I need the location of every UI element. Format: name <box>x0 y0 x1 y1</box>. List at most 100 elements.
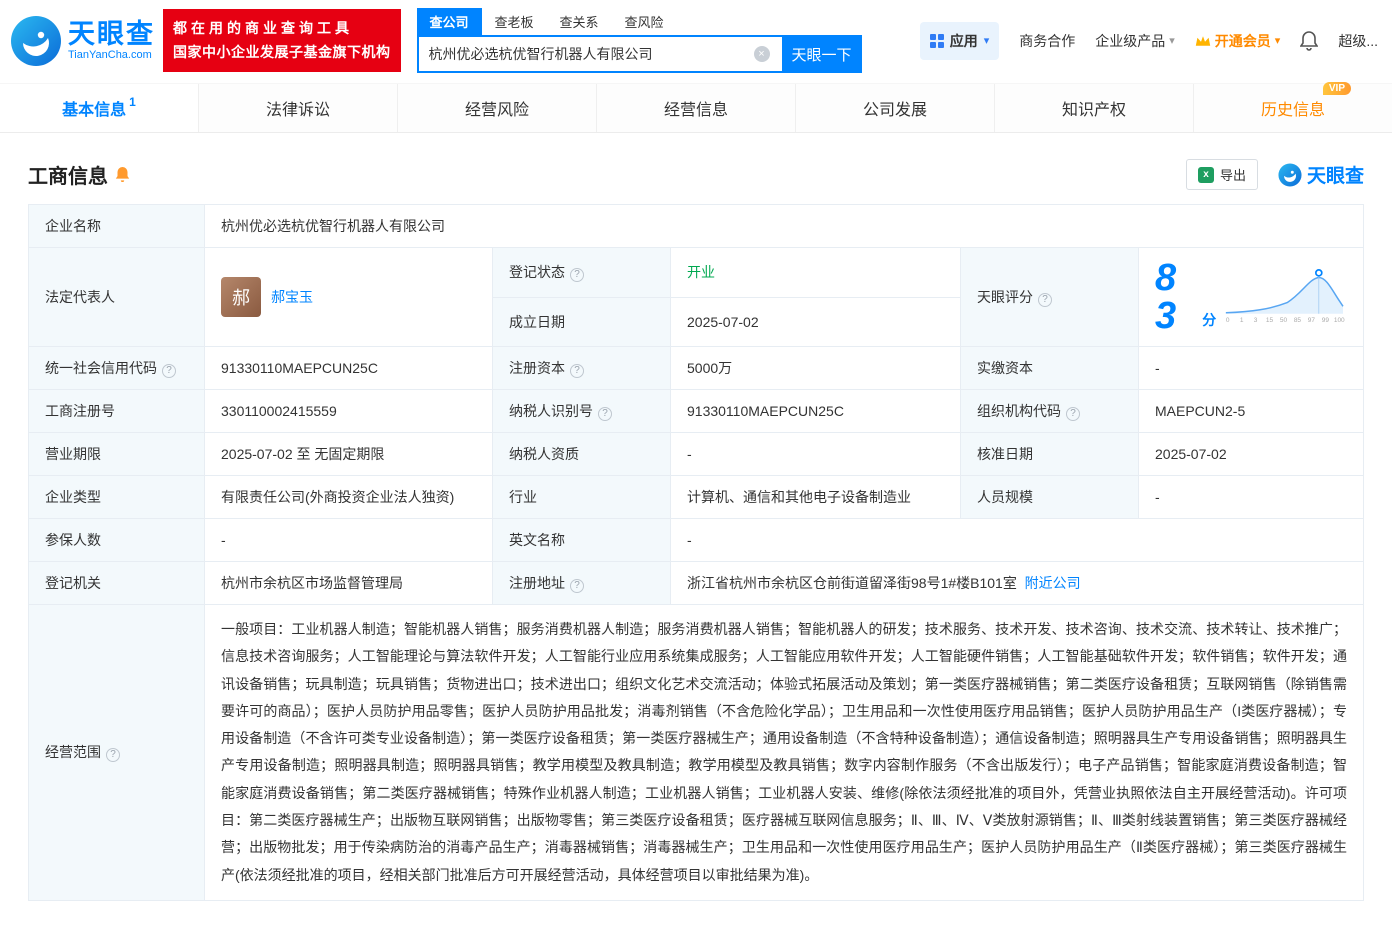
field-value-business-term: 2025-07-02 至 无固定期限 <box>204 432 493 476</box>
notification-bell-icon[interactable] <box>1300 30 1319 51</box>
business-cooperation-link[interactable]: 商务合作 <box>1019 31 1075 51</box>
search-bar: × 天眼一下 <box>416 35 862 73</box>
field-label-approval-date: 核准日期 <box>960 432 1139 476</box>
field-value-company-type: 有限责任公司(外商投资企业法人独资) <box>204 475 493 519</box>
field-label-business-term: 营业期限 <box>28 432 205 476</box>
tab-count-badge: 1 <box>129 95 136 109</box>
nearby-companies-link[interactable]: 附近公司 <box>1025 575 1081 591</box>
field-label-paid-capital: 实缴资本 <box>960 346 1139 390</box>
slogan-line2: 国家中小企业发展子基金旗下机构 <box>173 43 391 60</box>
tianyancha-logo-icon <box>11 15 61 66</box>
field-value-reg-status: 开业 <box>670 247 961 298</box>
vip-badge: VIP <box>1322 82 1351 95</box>
slogan-line1: 都在用的商业查询工具 <box>173 19 353 36</box>
field-label-company-name: 企业名称 <box>28 204 205 248</box>
svg-text:97: 97 <box>1308 317 1316 324</box>
table-row: 营业期限 2025-07-02 至 无固定期限 纳税人资质 - 核准日期 202… <box>28 432 1364 476</box>
field-value-reg-authority: 杭州市余杭区市场监督管理局 <box>204 561 493 605</box>
tianyancha-logo-icon <box>1278 162 1302 187</box>
search-tab-boss[interactable]: 查老板 <box>482 8 547 35</box>
field-label-business-scope: 经营范围? <box>28 604 205 901</box>
table-row: 工商注册号 330110002415559 纳税人识别号? 91330110MA… <box>28 389 1364 433</box>
field-value-english-name: - <box>670 518 1364 562</box>
svg-text:85: 85 <box>1294 317 1302 324</box>
help-icon[interactable]: ? <box>1038 293 1052 307</box>
export-button[interactable]: x 导出 <box>1185 159 1258 190</box>
svg-text:50: 50 <box>1280 317 1288 324</box>
table-row: 法定代表人 郝 郝宝玉 登记状态? 开业 天眼评分? 83 分 0 1 3 15… <box>28 247 1364 347</box>
field-label-company-type: 企业类型 <box>28 475 205 519</box>
field-label-taxpayer-id: 纳税人识别号? <box>492 389 671 433</box>
field-value-address: 浙江省杭州市余杭区仓前街道留泽街98号1#楼B101室 附近公司 <box>670 561 1364 605</box>
subscribe-bell-icon[interactable] <box>115 166 130 183</box>
field-label-org-code: 组织机构代码? <box>960 389 1139 433</box>
tianyancha-watermark: 天眼查 <box>1278 161 1364 188</box>
legal-rep-link[interactable]: 郝宝玉 <box>271 287 313 307</box>
chevron-down-icon: ▾ <box>983 35 990 47</box>
enterprise-products-menu[interactable]: 企业级产品 ▾ <box>1095 31 1175 51</box>
tianyancha-logo[interactable]: 天眼查 TianYanCha.com <box>10 15 155 67</box>
field-label-industry: 行业 <box>492 475 671 519</box>
field-value-org-code: MAEPCUN2-5 <box>1138 389 1364 433</box>
search-tabs: 查公司 查老板 查关系 查风险 <box>416 8 862 35</box>
apps-menu[interactable]: 应用 ▾ <box>919 21 1000 60</box>
search-tab-relation[interactable]: 查关系 <box>547 8 612 35</box>
table-row: 经营范围? 一般项目：工业机器人制造；智能机器人销售；服务消费机器人制造；服务消… <box>28 604 1364 901</box>
clear-search-icon[interactable]: × <box>753 46 770 62</box>
help-icon[interactable]: ? <box>570 268 584 283</box>
table-row: 登记机关 杭州市余杭区市场监督管理局 注册地址? 浙江省杭州市余杭区仓前街道留泽… <box>28 561 1364 605</box>
field-label-tyc-score: 天眼评分? <box>960 247 1139 347</box>
svg-text:15: 15 <box>1266 317 1274 324</box>
help-icon[interactable]: ? <box>106 748 120 763</box>
table-row: 企业名称 杭州优必选杭优智行机器人有限公司 <box>28 204 1364 248</box>
apps-label: 应用 <box>949 32 978 49</box>
tab-company-development[interactable]: 公司发展 <box>795 84 994 132</box>
score-marker-pin <box>1315 269 1323 277</box>
table-row: 统一社会信用代码? 91330110MAEPCUN25C 注册资本? 5000万… <box>28 346 1364 390</box>
table-row: 参保人数 - 英文名称 - <box>28 518 1364 562</box>
chevron-down-icon: ▾ <box>1274 35 1281 47</box>
svg-text:100: 100 <box>1334 317 1345 324</box>
tab-legal-proceedings[interactable]: 法律诉讼 <box>198 84 397 132</box>
score-distribution-chart: 0 1 3 15 50 85 97 99 100 <box>1226 269 1345 324</box>
help-icon[interactable]: ? <box>570 364 584 378</box>
score-unit: 分 <box>1202 312 1217 328</box>
field-label-reg-status: 登记状态? <box>492 247 671 298</box>
field-value-reg-capital: 5000万 <box>670 346 961 390</box>
open-vip-menu[interactable]: 开通会员 ▾ <box>1195 31 1281 51</box>
field-label-establish-date: 成立日期 <box>492 296 671 347</box>
search-tab-risk[interactable]: 查风险 <box>612 8 677 35</box>
tab-intellectual-property[interactable]: 知识产权 <box>994 84 1193 132</box>
chevron-down-icon: ▾ <box>1169 35 1175 47</box>
help-icon[interactable]: ? <box>570 579 584 593</box>
tab-basic-info[interactable]: 基本信息 1 <box>0 84 198 132</box>
search-tab-company[interactable]: 查公司 <box>416 8 482 35</box>
field-value-business-scope: 一般项目：工业机器人制造；智能机器人销售；服务消费机器人制造；服务消费机器人销售… <box>204 604 1364 901</box>
field-value-insured-count: - <box>204 518 493 562</box>
search-button[interactable]: 天眼一下 <box>781 35 862 73</box>
field-label-credit-code: 统一社会信用代码? <box>28 346 205 390</box>
field-value-company-name: 杭州优必选杭优智行机器人有限公司 <box>204 204 1364 248</box>
help-icon[interactable]: ? <box>162 364 176 378</box>
help-icon[interactable]: ? <box>598 407 612 421</box>
help-icon[interactable]: ? <box>1066 407 1080 421</box>
tab-operation-info[interactable]: 经营信息 <box>596 84 795 132</box>
section-header: 工商信息 x 导出 天眼查 <box>28 159 1364 190</box>
field-label-reg-capital: 注册资本? <box>492 346 671 390</box>
field-label-legal-rep: 法定代表人 <box>28 247 205 347</box>
tab-history-info[interactable]: 历史信息 VIP <box>1193 82 1392 132</box>
field-value-legal-rep: 郝 郝宝玉 <box>204 247 493 347</box>
field-label-reg-authority: 登记机关 <box>28 561 205 605</box>
legal-rep-avatar[interactable]: 郝 <box>221 277 261 317</box>
field-label-taxpayer-quality: 纳税人资质 <box>492 432 671 476</box>
field-value-approval-date: 2025-07-02 <box>1138 432 1364 476</box>
crown-icon <box>1195 35 1210 46</box>
header-right: 应用 ▾ 商务合作 企业级产品 ▾ 开通会员 ▾ 超级... <box>919 21 1378 60</box>
tab-operation-risk[interactable]: 经营风险 <box>397 84 596 132</box>
super-menu[interactable]: 超级... <box>1338 31 1378 51</box>
field-label-address: 注册地址? <box>492 561 671 605</box>
tyc-score-cell: 83 分 0 1 3 15 50 85 97 99 100 <box>1138 247 1364 347</box>
field-label-staff-size: 人员规模 <box>960 475 1139 519</box>
field-value-taxpayer-quality: - <box>670 432 961 476</box>
search-input[interactable] <box>416 35 782 73</box>
